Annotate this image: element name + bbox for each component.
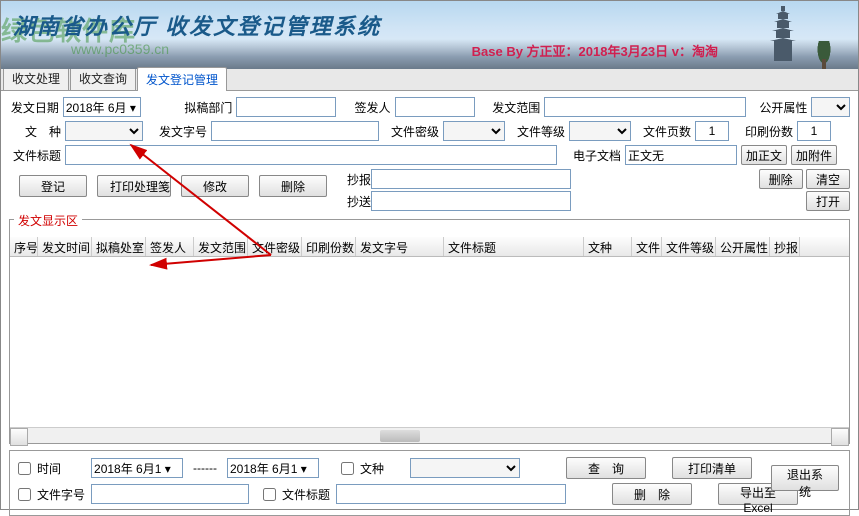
print-list-button[interactable]: 打印清单: [672, 457, 752, 479]
time-checkbox[interactable]: [18, 462, 31, 475]
main-tabs: 收文处理 收文查询 发文登记管理: [1, 69, 858, 91]
app-title: 湖南省办公厅 收发文登记管理系统: [13, 9, 381, 41]
header-banner: 绿色软件库 www.pc0359.cn 湖南省办公厅 收发文登记管理系统 Bas…: [1, 1, 858, 69]
grid-column-header[interactable]: 文件标题: [444, 237, 584, 256]
dept-input[interactable]: [236, 97, 336, 117]
label-efile: 电子文档: [565, 147, 621, 164]
copies-input[interactable]: [797, 121, 831, 141]
date-picker[interactable]: [63, 97, 141, 117]
label-type: 文 种: [9, 123, 61, 140]
grid-column-header[interactable]: 文件等级: [662, 237, 716, 256]
grid-column-header[interactable]: 文件: [632, 237, 662, 256]
filter-title-input[interactable]: [336, 484, 566, 504]
title-input[interactable]: [65, 145, 557, 165]
filter-type-select[interactable]: [410, 458, 520, 478]
watermark-url: www.pc0359.cn: [71, 41, 169, 57]
grid-column-header[interactable]: 签发人: [146, 237, 194, 256]
type-checkbox[interactable]: [341, 462, 354, 475]
label-dept: 拟稿部门: [175, 99, 233, 116]
cc-input[interactable]: [371, 169, 571, 189]
time-checkbox-label: 时间: [37, 460, 61, 477]
tilde-label: ------: [193, 461, 217, 475]
grid-column-header[interactable]: 发文范围: [194, 237, 248, 256]
efile-clear-button[interactable]: 清空: [806, 169, 850, 189]
print-slip-button[interactable]: 打印处理笺: [97, 175, 171, 197]
label-secret: 文件密级: [383, 123, 439, 140]
secret-select[interactable]: [443, 121, 505, 141]
label-issuer: 签发人: [348, 99, 390, 116]
delete-button[interactable]: 删除: [259, 175, 327, 197]
cs-input[interactable]: [371, 191, 571, 211]
scope-input[interactable]: [544, 97, 746, 117]
pages-input[interactable]: [695, 121, 729, 141]
pagoda-icon: [768, 6, 798, 61]
grid-column-header[interactable]: 印刷份数: [302, 237, 356, 256]
label-pubattr: 公开属性: [754, 99, 808, 116]
label-copies: 印刷份数: [737, 123, 793, 140]
tab-receive-process[interactable]: 收文处理: [3, 66, 69, 90]
filter-panel: 时间 ------ 文种 查 询 打印清单 文件字号 文件标题 删 除 导出至E…: [9, 450, 850, 516]
efile-delete-button[interactable]: 删除: [759, 169, 803, 189]
issuer-input[interactable]: [395, 97, 475, 117]
label-title: 文件标题: [9, 147, 61, 164]
date-from-picker[interactable]: [91, 458, 183, 478]
efile-display: [625, 145, 737, 165]
filter-delete-button[interactable]: 删 除: [612, 483, 692, 505]
pubattr-select[interactable]: [811, 97, 850, 117]
grid-header: 序号发文时间拟稿处室签发人发文范围文件密级印刷份数发文字号文件标题文种文件文件等…: [10, 237, 849, 257]
display-area: 发文显示区 序号发文时间拟稿处室签发人发文范围文件密级印刷份数发文字号文件标题文…: [9, 219, 850, 444]
rank-select[interactable]: [569, 121, 631, 141]
grid-column-header[interactable]: 发文时间: [38, 237, 92, 256]
title-checkbox[interactable]: [263, 488, 276, 501]
grid-column-header[interactable]: 发文字号: [356, 237, 444, 256]
grid-body[interactable]: [10, 257, 849, 427]
grid-column-header[interactable]: 文种: [584, 237, 632, 256]
horizontal-scrollbar[interactable]: [10, 427, 849, 443]
display-area-title: 发文显示区: [14, 212, 82, 229]
add-main-button[interactable]: 加正文: [741, 145, 787, 165]
label-rank: 文件等级: [509, 123, 565, 140]
label-cc: 抄报: [341, 171, 371, 188]
grid-column-header[interactable]: 抄报: [770, 237, 800, 256]
exit-system-button[interactable]: 退出系统: [771, 465, 839, 491]
tab-send-register[interactable]: 发文登记管理: [137, 67, 227, 91]
label-docnum: 发文字号: [151, 123, 207, 140]
query-button[interactable]: 查 询: [566, 457, 646, 479]
filter-docnum-input[interactable]: [91, 484, 249, 504]
tab-receive-query[interactable]: 收文查询: [70, 66, 136, 90]
register-button[interactable]: 登记: [19, 175, 87, 197]
label-cs: 抄送: [341, 193, 371, 210]
tree-icon: [815, 41, 833, 69]
label-date: 发文日期: [9, 99, 59, 116]
title-checkbox-label: 文件标题: [282, 486, 330, 503]
efile-open-button[interactable]: 打开: [806, 191, 850, 211]
add-attach-button[interactable]: 加附件: [791, 145, 837, 165]
label-pages: 文件页数: [635, 123, 691, 140]
type-select[interactable]: [65, 121, 143, 141]
form-area: 发文日期 拟稿部门 签发人 发文范围 公开属性 文 种 发文字号 文件密级 文件…: [1, 91, 858, 219]
edit-button[interactable]: 修改: [181, 175, 249, 197]
grid-column-header[interactable]: 文件密级: [248, 237, 302, 256]
date-to-picker[interactable]: [227, 458, 319, 478]
docnum-checkbox-label: 文件字号: [37, 486, 85, 503]
grid-column-header[interactable]: 拟稿处室: [92, 237, 146, 256]
label-scope: 发文范围: [487, 99, 541, 116]
docnum-input[interactable]: [211, 121, 379, 141]
type-checkbox-label: 文种: [360, 460, 384, 477]
grid-column-header[interactable]: 序号: [10, 237, 38, 256]
grid-column-header[interactable]: 公开属性: [716, 237, 770, 256]
docnum-checkbox[interactable]: [18, 488, 31, 501]
header-status-text: Base By 方正亚：2018年3月23日 v：淘淘: [472, 41, 718, 60]
